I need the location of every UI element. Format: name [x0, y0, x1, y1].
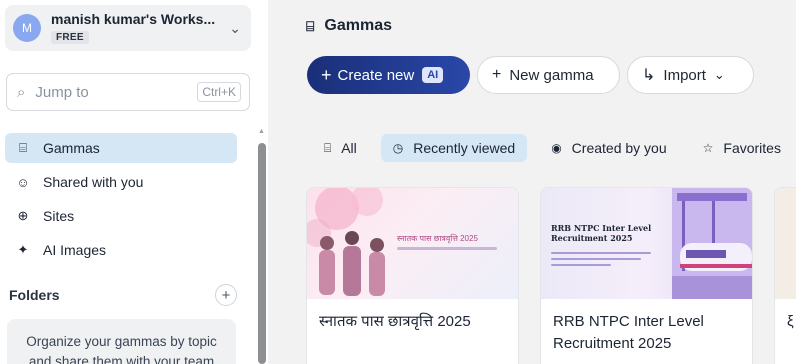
card-title: स्नातक पास छात्रवृत्ति 2025	[319, 313, 471, 330]
create-new-label: Create new	[337, 66, 415, 84]
create-new-button[interactable]: + Create new AI	[307, 56, 470, 94]
thumb-text-line	[551, 258, 641, 260]
avatar: M	[13, 14, 41, 42]
sidebar-scrollbar[interactable]	[258, 143, 266, 364]
user-circle-icon: ◉	[551, 141, 562, 155]
sidebar-item-label: AI Images	[43, 242, 107, 258]
tab-label: Favorites	[723, 140, 781, 156]
workspace-info: manish kumar's Works... FREE	[51, 11, 229, 45]
search-bar[interactable]: ⌕ Jump to Ctrl+K	[6, 73, 250, 111]
folders-hint: Organize your gammas by topic and share …	[7, 319, 236, 364]
page-title: ⌸ Gammas	[306, 17, 392, 35]
plus-icon: +	[321, 64, 332, 85]
workspace-name: manish kumar's Works...	[51, 11, 216, 27]
chevron-down-icon[interactable]: ⌄	[229, 20, 241, 37]
thumb-title: स्नातक पास छात्रवृत्ति 2025	[397, 234, 478, 243]
folders-header: Folders +	[9, 284, 237, 306]
new-gamma-button[interactable]: + New gamma	[477, 56, 620, 94]
sidebar-item-label: Sites	[43, 208, 75, 224]
sidebar-item-shared[interactable]: ☺ Shared with you	[5, 167, 237, 197]
gammas-icon: ⌸	[19, 140, 27, 155]
people-icon: ☺	[16, 174, 30, 190]
import-icon: ↳	[642, 67, 656, 84]
tab-recently-viewed[interactable]: ◷ Recently viewed	[380, 134, 528, 162]
card-title: RRB NTPC Inter Level Recruitment 2025	[553, 313, 704, 352]
thumb-text-line	[551, 252, 651, 254]
sidebar-item-sites[interactable]: ⊕ Sites	[5, 201, 237, 231]
tab-all[interactable]: ⌸ All	[312, 134, 369, 162]
gamma-card[interactable]: स्नातक पास छात्रवृत्ति 2025 स्नातक पास छ…	[306, 187, 519, 364]
tab-favorites[interactable]: ☆ Favorites	[691, 134, 793, 162]
search-icon: ⌕	[17, 83, 26, 101]
clock-icon: ◷	[392, 141, 404, 155]
train-illustration	[672, 188, 752, 299]
sidebar-item-gammas[interactable]: ⌸ Gammas	[5, 133, 237, 163]
tab-created-by-you[interactable]: ◉ Created by you	[539, 134, 678, 162]
tab-label: Recently viewed	[413, 140, 516, 156]
thumb-subtitle-line	[397, 247, 497, 250]
gamma-card[interactable]: RRB NTPC Inter Level Recruitment 2025 RR…	[540, 187, 753, 364]
star-icon: ☆	[702, 141, 714, 155]
main-content: ⌸ Gammas + Create new AI + New gamma ↳ I…	[268, 0, 796, 364]
plus-icon: +	[492, 66, 502, 83]
graduates-illustration	[307, 188, 385, 296]
card-title: ξ	[787, 313, 794, 330]
filter-tabs: ⌸ All ◷ Recently viewed ◉ Created by you…	[312, 134, 796, 162]
tab-label: Created by you	[571, 140, 667, 156]
card-thumbnail: RRB NTPC Inter Level Recruitment 2025	[541, 188, 752, 299]
gammas-icon: ⌸	[324, 140, 332, 155]
chevron-down-icon: ⌄	[713, 67, 725, 82]
import-button[interactable]: ↳ Import ⌄	[627, 56, 754, 94]
workspace-switcher[interactable]: M manish kumar's Works... FREE ⌄	[5, 5, 251, 51]
plan-badge: FREE	[51, 31, 89, 44]
ai-badge: AI	[422, 67, 444, 83]
thumb-text-line	[551, 264, 611, 266]
sidebar-item-label: Shared with you	[43, 174, 144, 190]
card-thumbnail	[775, 188, 796, 299]
import-label: Import	[663, 66, 706, 84]
gamma-card[interactable]: ξ	[774, 187, 796, 364]
add-folder-button[interactable]: +	[215, 284, 237, 306]
card-thumbnail: स्नातक पास छात्रवृत्ति 2025	[307, 188, 518, 299]
globe-icon: ⊕	[17, 208, 29, 223]
folders-title: Folders	[9, 287, 60, 303]
scroll-up-arrow-icon[interactable]: ▲	[258, 128, 265, 135]
page-title-text: Gammas	[324, 17, 392, 34]
shortcut-hint: Ctrl+K	[197, 82, 241, 102]
sidebar-item-label: Gammas	[43, 140, 100, 156]
gammas-icon: ⌸	[306, 17, 315, 34]
search-input[interactable]: Jump to	[35, 84, 197, 101]
thumb-title: RRB NTPC Inter Level Recruitment 2025	[551, 223, 652, 243]
sparkle-icon: ✦	[17, 242, 29, 257]
sidebar: M manish kumar's Works... FREE ⌄ ⌕ Jump …	[0, 0, 268, 364]
tab-label: All	[341, 140, 357, 156]
new-gamma-label: New gamma	[509, 66, 594, 84]
sidebar-nav: ⌸ Gammas ☺ Shared with you ⊕ Sites ✦ AI …	[5, 133, 237, 269]
sidebar-item-ai-images[interactable]: ✦ AI Images	[5, 235, 237, 265]
